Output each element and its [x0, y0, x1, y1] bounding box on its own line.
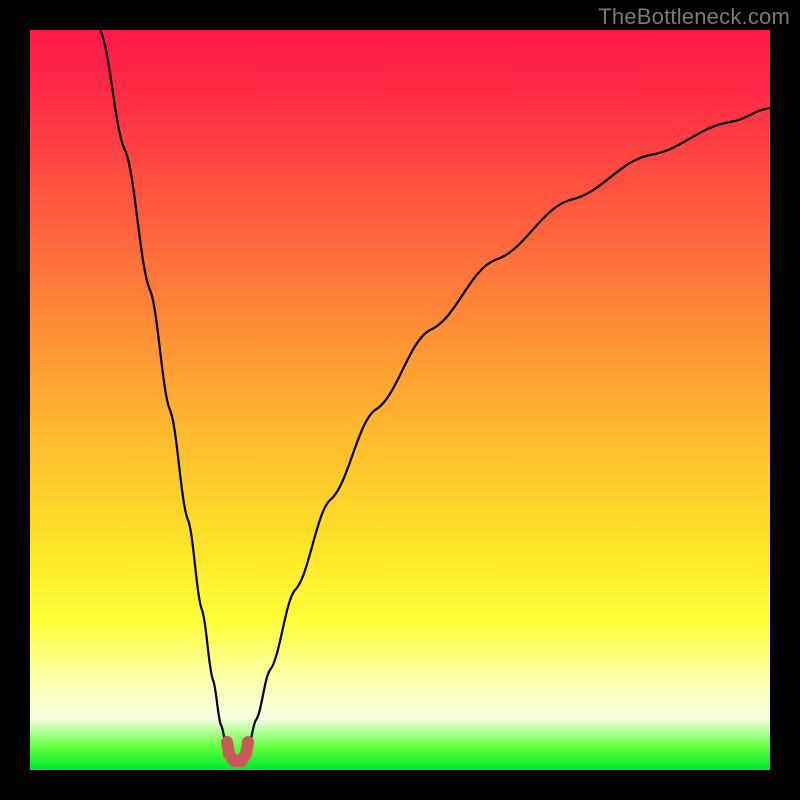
watermark-text: TheBottleneck.com — [598, 4, 790, 30]
chart-svg — [30, 30, 770, 770]
outer-frame: TheBottleneck.com — [0, 0, 800, 800]
curve-right — [248, 108, 770, 748]
bottleneck-chart — [30, 30, 770, 770]
valley-u-marker — [227, 742, 248, 761]
curve-left — [100, 30, 227, 748]
